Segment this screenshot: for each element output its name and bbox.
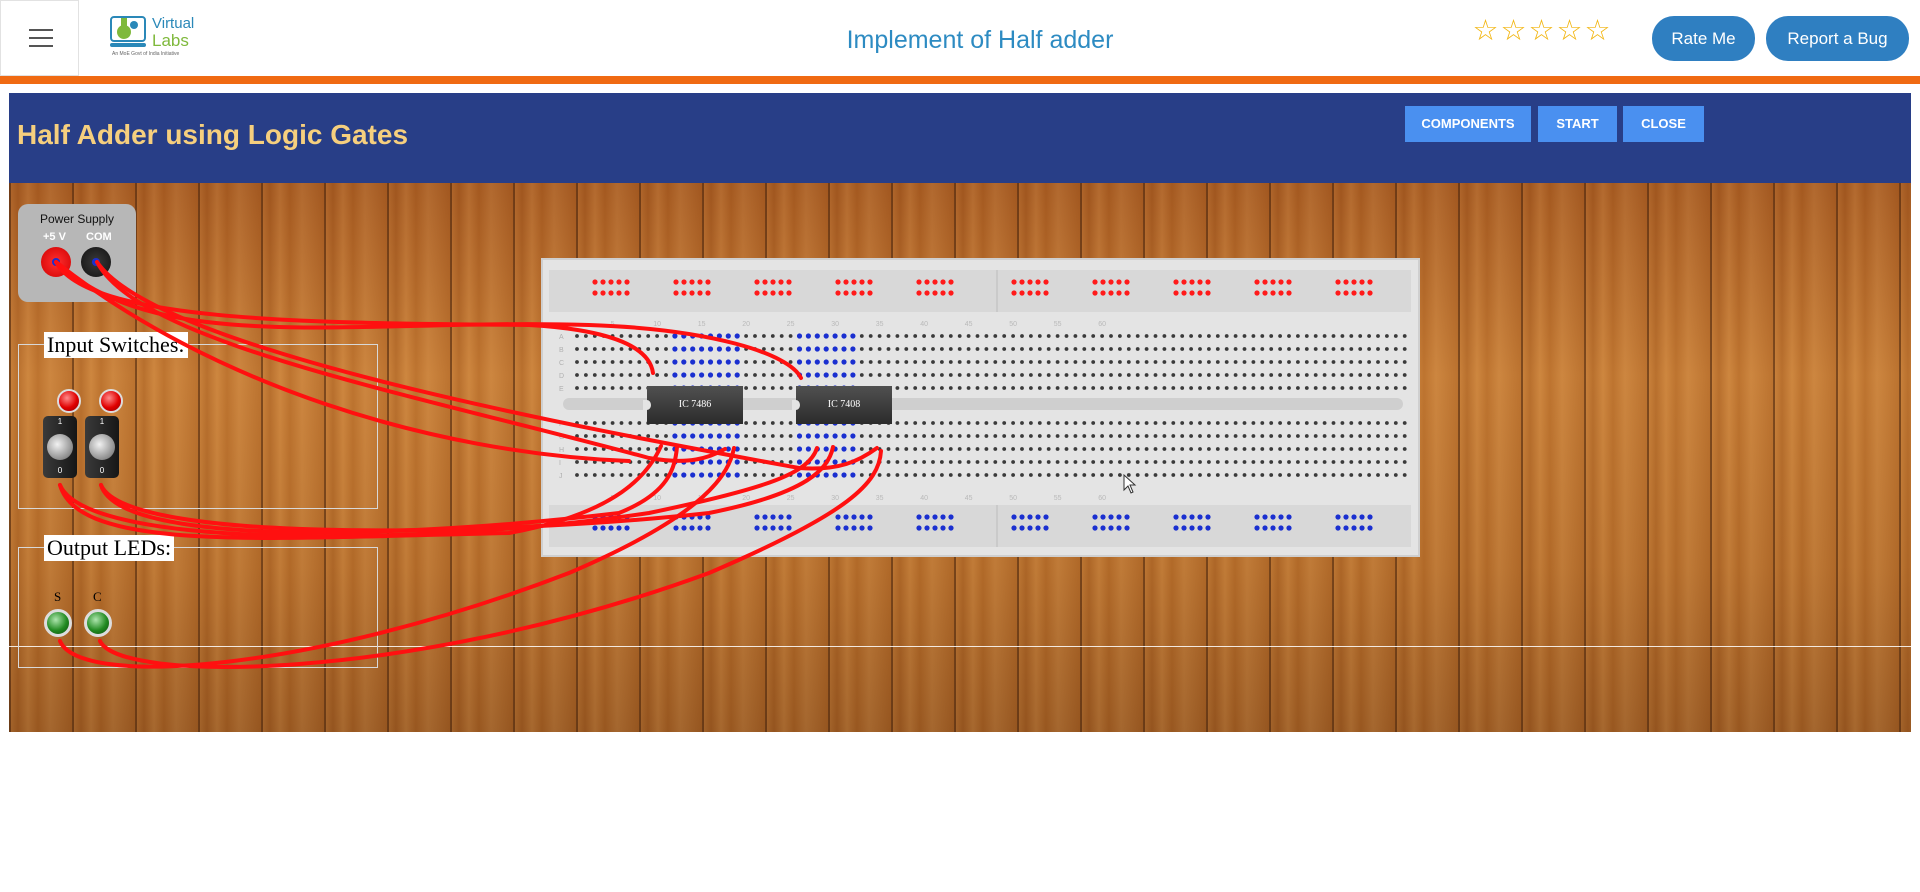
simulator: Half Adder using Logic Gates COMPONENTS … bbox=[9, 93, 1911, 732]
page-title: Implement of Half adder bbox=[846, 26, 1114, 54]
star-icon[interactable]: ☆ bbox=[1528, 16, 1555, 46]
menu-button[interactable] bbox=[0, 0, 79, 76]
logo-word-virtual: Virtual bbox=[152, 15, 195, 32]
wire-layer bbox=[54, 260, 883, 669]
hamburger-icon bbox=[29, 29, 53, 31]
star-icon[interactable]: ☆ bbox=[1472, 16, 1499, 46]
logo-word-labs: Labs bbox=[152, 31, 189, 50]
star-icon[interactable]: ☆ bbox=[1500, 16, 1527, 46]
report-bug-button[interactable]: Report a Bug bbox=[1766, 16, 1909, 61]
virtual-labs-logo[interactable]: Virtual Labs An MoE Govt of India Initia… bbox=[108, 10, 200, 62]
star-icon[interactable]: ☆ bbox=[1556, 16, 1583, 46]
logo-tagline: An MoE Govt of India Initiative bbox=[112, 51, 180, 57]
star-icon[interactable]: ☆ bbox=[1584, 16, 1611, 46]
top-header: Virtual Labs An MoE Govt of India Initia… bbox=[0, 0, 1920, 76]
star-rating[interactable]: ☆ ☆ ☆ ☆ ☆ bbox=[1472, 16, 1611, 46]
wire[interactable] bbox=[99, 445, 835, 533]
mouse-cursor-icon bbox=[1123, 474, 1137, 494]
wire[interactable] bbox=[95, 260, 651, 460]
lab-flask-icon bbox=[110, 16, 146, 47]
header-divider bbox=[0, 76, 1920, 84]
rate-me-button[interactable]: Rate Me bbox=[1652, 16, 1755, 61]
wire[interactable] bbox=[54, 260, 655, 375]
